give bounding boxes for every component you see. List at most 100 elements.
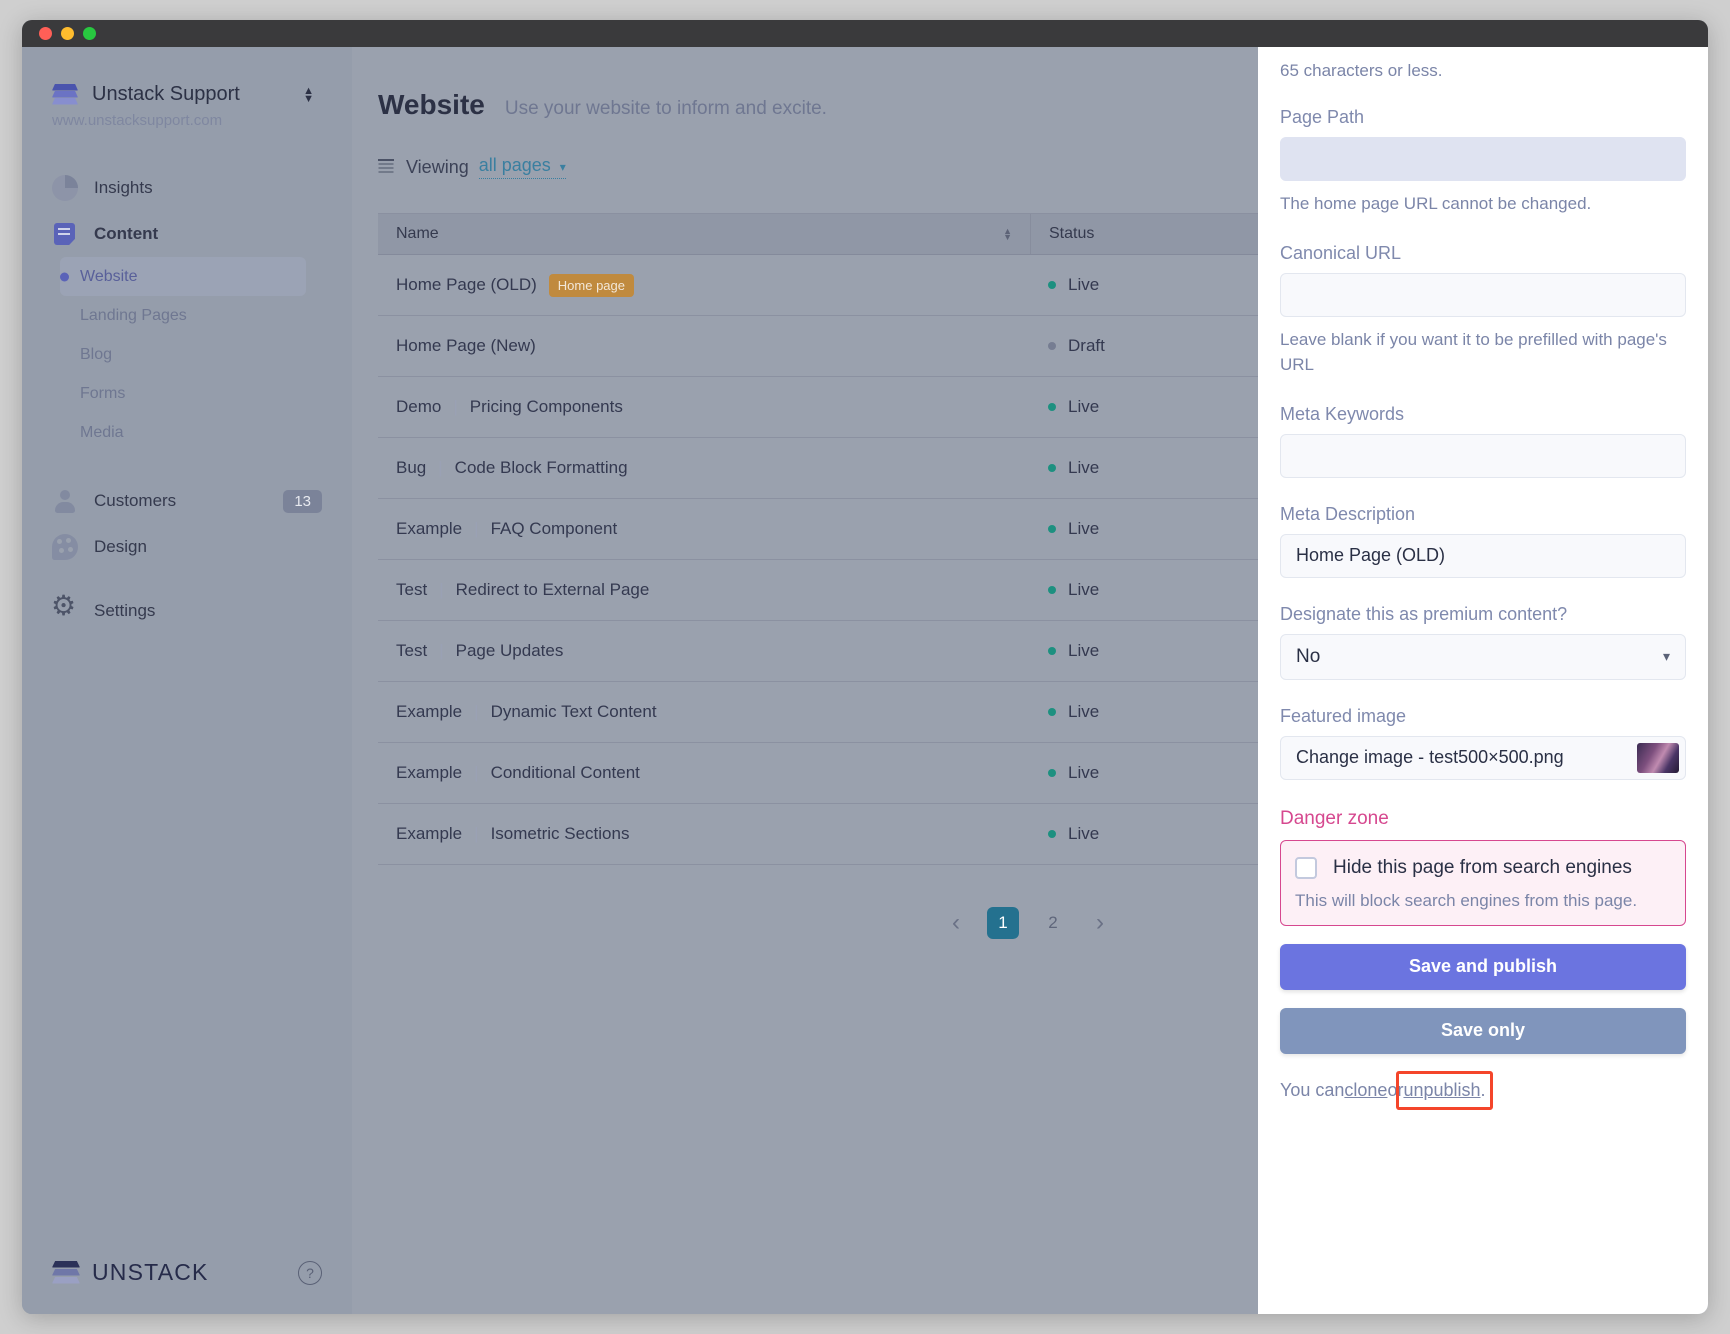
- unstack-wordmark: UNSTACK: [92, 1259, 209, 1285]
- row-status: Live: [1068, 702, 1100, 721]
- premium-content-value: No: [1296, 645, 1321, 667]
- content-icon: [52, 221, 78, 247]
- cell-name: Example | FAQ Component: [378, 519, 1030, 539]
- sidebar-item-content[interactable]: Content: [22, 211, 352, 257]
- sidebar-item-customers[interactable]: Customers 13: [22, 478, 352, 524]
- viewing-select-value: all pages: [478, 155, 551, 175]
- premium-content-label: Designate this as premium content?: [1280, 603, 1568, 624]
- featured-image-thumbnail[interactable]: [1637, 742, 1679, 773]
- row-status: Live: [1068, 824, 1100, 843]
- premium-content-select[interactable]: No ▾: [1280, 633, 1686, 680]
- sidebar-item-website[interactable]: Website: [60, 257, 306, 296]
- sidebar-item-forms[interactable]: Forms: [60, 374, 306, 413]
- status-dot-icon: [1048, 830, 1056, 838]
- separator: |: [474, 824, 479, 843]
- sidebar-item-media[interactable]: Media: [60, 413, 306, 452]
- status-dot-icon: [1048, 464, 1056, 472]
- chevron-right-icon[interactable]: ›: [1087, 909, 1113, 937]
- minimize-window-button[interactable]: [61, 27, 74, 40]
- page-button-1[interactable]: 1: [987, 907, 1019, 939]
- row-prefix: Example: [396, 763, 463, 782]
- workspace-switcher[interactable]: Unstack Support ▲ ▼: [22, 67, 352, 106]
- zoom-window-button[interactable]: [83, 27, 96, 40]
- status-dot-icon: [1048, 525, 1056, 533]
- question-circle-icon[interactable]: ?: [298, 1260, 322, 1285]
- featured-image-value: Change image - test500×500.png: [1296, 747, 1564, 767]
- sidebar-item-landing-pages[interactable]: Landing Pages: [60, 296, 306, 335]
- featured-image-field[interactable]: Change image - test500×500.png: [1280, 735, 1686, 780]
- home-page-tag: Home page: [548, 273, 634, 297]
- sidebar-item-insights[interactable]: Insights: [22, 165, 352, 211]
- sidebar-item-blog[interactable]: Blog: [60, 335, 306, 374]
- column-header-name[interactable]: Name ▲ ▼: [378, 214, 1030, 254]
- cell-name: Test | Redirect to External Page: [378, 580, 1030, 600]
- row-status: Live: [1068, 641, 1100, 660]
- sidebar-footer: UNSTACK ?: [22, 1259, 352, 1286]
- row-name: Page Updates: [455, 641, 564, 660]
- save-only-button[interactable]: Save only: [1280, 1007, 1686, 1054]
- cell-status: Live: [1030, 763, 1270, 783]
- meta-description-input[interactable]: Home Page (OLD): [1280, 533, 1686, 578]
- workspace-name: Unstack Support: [92, 83, 240, 105]
- chevron-down-icon: ▾: [1662, 648, 1670, 664]
- row-status: Live: [1068, 458, 1100, 477]
- row-name: Isometric Sections: [490, 824, 630, 843]
- page-path-input[interactable]: [1280, 137, 1686, 181]
- sidebar-sublabel-forms: Forms: [80, 384, 126, 402]
- row-prefix: Demo: [396, 397, 442, 416]
- separator: |: [439, 580, 444, 599]
- page-subtitle: Use your website to inform and excite.: [504, 98, 827, 119]
- sidebar-item-design[interactable]: Design: [22, 524, 352, 570]
- cell-name: Example | Isometric Sections: [378, 824, 1030, 844]
- workspace-url: www.unstacksupport.com: [52, 112, 223, 129]
- cell-name: Example | Dynamic Text Content: [378, 702, 1030, 722]
- column-header-status: Status: [1030, 214, 1270, 254]
- row-status: Live: [1068, 397, 1100, 416]
- sidebar-item-settings[interactable]: Settings: [22, 588, 352, 634]
- cell-status: Draft: [1030, 336, 1270, 356]
- row-name: Dynamic Text Content: [490, 702, 657, 721]
- sidebar-item-label-design: Design: [94, 537, 147, 556]
- sidebar-sublabel-media: Media: [80, 423, 124, 441]
- chevron-left-icon[interactable]: ‹: [943, 909, 969, 937]
- danger-zone-title: Danger zone: [1280, 807, 1389, 829]
- row-name: Redirect to External Page: [455, 580, 650, 599]
- chevron-up-down-icon[interactable]: ▲ ▼: [303, 85, 328, 104]
- unstack-footer-logo-icon: [52, 1260, 80, 1285]
- sidebar-sublabel-blog: Blog: [80, 345, 113, 363]
- cell-status: Live: [1030, 824, 1270, 844]
- unpublish-link[interactable]: unpublish: [1403, 1080, 1480, 1100]
- row-prefix: Example: [396, 519, 463, 538]
- cell-status: Live: [1030, 397, 1270, 417]
- hide-from-search-row[interactable]: Hide this page from search engines: [1295, 856, 1671, 879]
- close-window-button[interactable]: [39, 27, 52, 40]
- sort-arrows-icon[interactable]: ▲ ▼: [1003, 227, 1012, 242]
- page-button-2[interactable]: 2: [1037, 907, 1069, 939]
- column-header-name-label: Name: [396, 225, 439, 242]
- sidebar-item-label-insights: Insights: [94, 178, 153, 197]
- cell-name: Bug | Code Block Formatting: [378, 458, 1030, 478]
- cell-status: Live: [1030, 458, 1270, 478]
- row-prefix: Example: [396, 702, 463, 721]
- cell-status: Live: [1030, 641, 1270, 661]
- hide-from-search-note: This will block search engines from this…: [1295, 890, 1638, 910]
- viewing-select[interactable]: all pages ▾: [478, 155, 566, 179]
- clone-link[interactable]: clone: [1344, 1080, 1387, 1101]
- pie-chart-icon: [52, 175, 78, 201]
- status-dot-icon: [1048, 281, 1056, 289]
- canonical-url-input[interactable]: [1280, 272, 1686, 317]
- save-and-publish-button[interactable]: Save and publish: [1280, 943, 1686, 990]
- unstack-logo-icon: [52, 83, 78, 106]
- separator: |: [474, 519, 479, 538]
- row-status: Draft: [1068, 336, 1105, 355]
- meta-keywords-input[interactable]: [1280, 433, 1686, 478]
- app-window: Unstack Support ▲ ▼ www.unstacksupport.co…: [22, 20, 1708, 1314]
- row-status: Live: [1068, 580, 1100, 599]
- meta-keywords-label: Meta Keywords: [1280, 403, 1405, 424]
- row-name: FAQ Component: [490, 519, 618, 538]
- viewing-label: Viewing: [406, 156, 469, 177]
- separator: |: [474, 702, 479, 721]
- row-prefix: Test: [396, 641, 428, 660]
- hide-from-search-checkbox[interactable]: [1295, 856, 1317, 879]
- unpublish-link-wrapper: unpublish.: [1396, 1070, 1493, 1110]
